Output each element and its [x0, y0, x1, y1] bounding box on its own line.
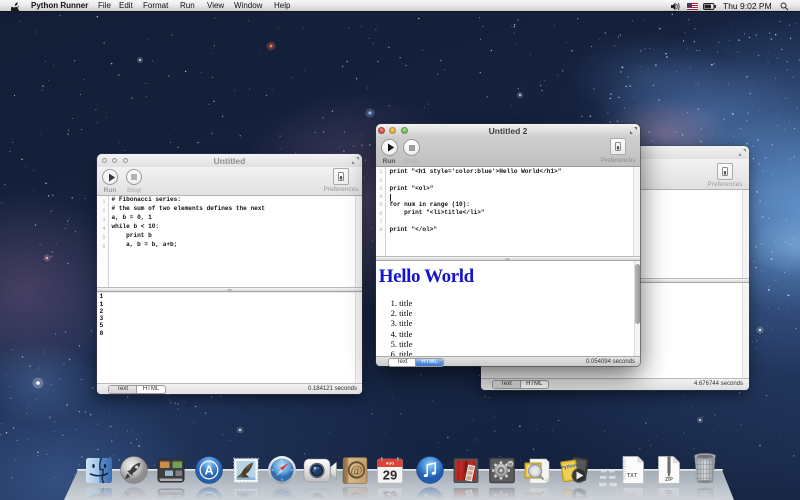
svg-text:ZIP: ZIP [665, 477, 673, 483]
svg-text:TXT: TXT [627, 473, 638, 479]
svg-text:A: A [204, 463, 213, 477]
svg-text:29: 29 [383, 468, 397, 483]
svg-text:AUG: AUG [386, 462, 394, 466]
svg-text:@: @ [351, 463, 363, 478]
